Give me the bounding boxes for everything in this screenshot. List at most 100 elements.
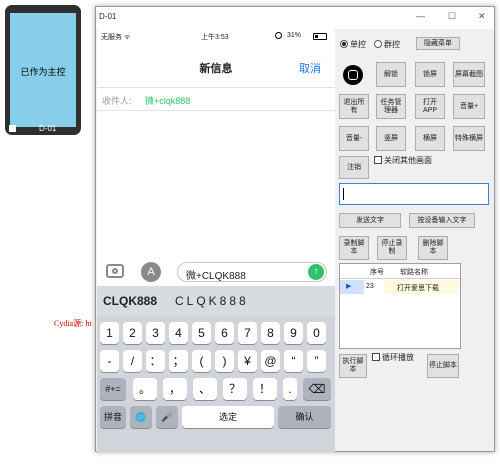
key-0[interactable]: 0 [307, 322, 326, 344]
lock-screen-button[interactable]: 锁屏 [415, 62, 445, 87]
key-colon[interactable]: ： [146, 350, 165, 372]
key-enum-comma[interactable]: 、 [193, 378, 217, 400]
key-3[interactable]: 3 [146, 322, 165, 344]
record-script-button[interactable]: 录制脚本 [339, 236, 369, 260]
key-7[interactable]: 7 [238, 322, 257, 344]
message-text: 微+CLQK888 [186, 271, 246, 282]
control-panel: 单控 群控 隐藏菜单 解锁 锁屏 屏幕截图 退出所有 任务管理器 打开APP 音… [336, 29, 494, 452]
device-tile-screen[interactable]: 已作为主控 [10, 13, 76, 127]
open-app-button[interactable]: 打开APP [415, 94, 445, 119]
appstore-icon[interactable]: A [141, 262, 161, 282]
key-question[interactable]: ？ [223, 378, 247, 400]
unlock-button[interactable]: 解锁 [376, 62, 406, 87]
cydia-source-note: Cydia源: ht [54, 319, 92, 328]
close-icon[interactable]: ✕ [478, 11, 486, 22]
confirm-key[interactable]: 确认 [278, 406, 331, 428]
message-navbar: 新信息 取消 [97, 45, 335, 87]
stop-record-button[interactable]: 停止录制 [377, 236, 407, 260]
minimize-icon[interactable]: — [416, 11, 425, 21]
candidate-bar: CLQK888 CLQK888 [97, 286, 335, 316]
key-semicolon[interactable]: ； [169, 350, 188, 372]
text-command-input[interactable] [339, 183, 489, 205]
column-header: 软路名称 [400, 269, 428, 276]
device-tile[interactable]: 已作为主控 D-01 [5, 5, 81, 135]
key-right-paren[interactable]: ) [215, 350, 234, 372]
special-landscape-button[interactable]: 特殊横屏 [453, 126, 485, 151]
home-button-icon[interactable] [343, 65, 363, 85]
stop-script-button[interactable]: 停止脚本 [427, 354, 459, 378]
device-input-text-button[interactable]: 按设备输入文字 [409, 213, 475, 228]
device-tile-name: D-01 [39, 124, 57, 133]
maximize-icon[interactable]: ☐ [448, 11, 456, 22]
checkbox-box [374, 156, 382, 164]
backspace-icon[interactable]: ⌫ [303, 378, 331, 400]
camera-icon[interactable] [106, 264, 124, 278]
key-5[interactable]: 5 [192, 322, 211, 344]
delete-script-button[interactable]: 删除脚本 [418, 236, 448, 260]
key-4[interactable]: 4 [169, 322, 188, 344]
script-table: 序号 软路名称 ▶ 23 打开爱思下载 [339, 263, 461, 349]
globe-icon[interactable]: 🌐 [130, 406, 152, 428]
exit-all-button[interactable]: 退出所有 [339, 94, 369, 119]
send-text-button[interactable]: 发送文字 [339, 213, 401, 228]
key-right-quote[interactable]: ” [307, 350, 326, 372]
logout-button[interactable]: 注销 [339, 156, 369, 179]
select-key[interactable]: 选定 [182, 406, 274, 428]
task-manager-button[interactable]: 任务管理器 [376, 94, 406, 119]
key-at[interactable]: @ [261, 350, 280, 372]
key-1[interactable]: 1 [100, 322, 119, 344]
volume-up-button[interactable]: 音量+ [453, 94, 485, 119]
recipient-value[interactable]: 微+clqk888 [145, 94, 190, 107]
column-header: 序号 [370, 269, 384, 276]
key-dot[interactable]: . [283, 378, 297, 400]
send-arrow-icon[interactable]: ↑ [308, 264, 324, 280]
phone-screen[interactable]: 无服务 ᯤ 上午3:53 31% 新信息 取消 收件人: 微+clqk888 A… [97, 29, 335, 452]
key-period-cn[interactable]: 。 [133, 378, 157, 400]
key-left-paren[interactable]: ( [192, 350, 211, 372]
run-script-button[interactable]: 执行脚本 [339, 354, 367, 378]
device-control-window: D-01 — ☐ ✕ 无服务 ᯤ 上午3:53 31% 新信息 取消 收件人: … [95, 6, 495, 452]
key-slash[interactable]: / [123, 350, 142, 372]
window-title: D-01 [99, 12, 117, 21]
window-titlebar: D-01 — ☐ ✕ [96, 7, 494, 29]
device-tile-checkbox[interactable] [9, 125, 16, 132]
landscape-button[interactable]: 横屏 [415, 126, 445, 151]
radio-dot [374, 40, 382, 48]
script-index: 23 [366, 283, 374, 290]
key-8[interactable]: 8 [261, 322, 280, 344]
ios-status-bar: 无服务 ᯤ 上午3:53 31% [97, 29, 335, 45]
loop-play-checkbox[interactable]: 循环播放 [372, 352, 414, 363]
single-control-radio[interactable]: 单控 [340, 39, 366, 50]
portrait-button[interactable]: 竖屏 [376, 126, 406, 151]
symbols-key[interactable]: #+= [100, 378, 126, 400]
group-control-radio[interactable]: 群控 [374, 39, 400, 50]
key-exclaim[interactable]: ！ [253, 378, 277, 400]
screenshot-button[interactable]: 屏幕截图 [453, 62, 485, 87]
key-9[interactable]: 9 [284, 322, 303, 344]
recipient-field[interactable]: 收件人: 微+clqk888 [97, 87, 335, 111]
hide-menu-button[interactable]: 隐藏菜单 [416, 37, 460, 50]
candidate-item[interactable]: CLQK888 [103, 294, 157, 308]
battery-percent: 31% [287, 32, 302, 39]
recipient-label: 收件人: [102, 96, 132, 106]
script-name: 打开爱思下载 [384, 280, 460, 294]
close-others-checkbox[interactable]: 关闭其他画面 [374, 155, 432, 166]
key-comma-cn[interactable]: ， [163, 378, 187, 400]
candidate-item[interactable]: CLQK888 [175, 294, 249, 308]
key-yen[interactable]: ¥ [238, 350, 257, 372]
key-2[interactable]: 2 [123, 322, 142, 344]
ios-keyboard: CLQK888 CLQK888 1 2 3 4 5 6 7 8 9 0 - / … [97, 286, 335, 452]
volume-down-button[interactable]: 音量- [339, 126, 369, 151]
battery-icon [313, 33, 327, 40]
cancel-button[interactable]: 取消 [299, 60, 321, 76]
key-left-quote[interactable]: “ [284, 350, 303, 372]
status-time: 上午3:53 [201, 34, 229, 41]
key-hyphen[interactable]: - [100, 350, 119, 372]
row-selector[interactable] [340, 280, 364, 294]
message-text-field[interactable]: 微+CLQK888 ↑ [177, 262, 327, 282]
table-header: 序号 软路名称 [340, 264, 460, 279]
pinyin-key[interactable]: 拼音 [100, 406, 126, 428]
key-6[interactable]: 6 [215, 322, 234, 344]
table-row[interactable]: ▶ 23 打开爱思下载 [340, 280, 460, 294]
microphone-icon[interactable]: 🎤 [156, 406, 178, 428]
